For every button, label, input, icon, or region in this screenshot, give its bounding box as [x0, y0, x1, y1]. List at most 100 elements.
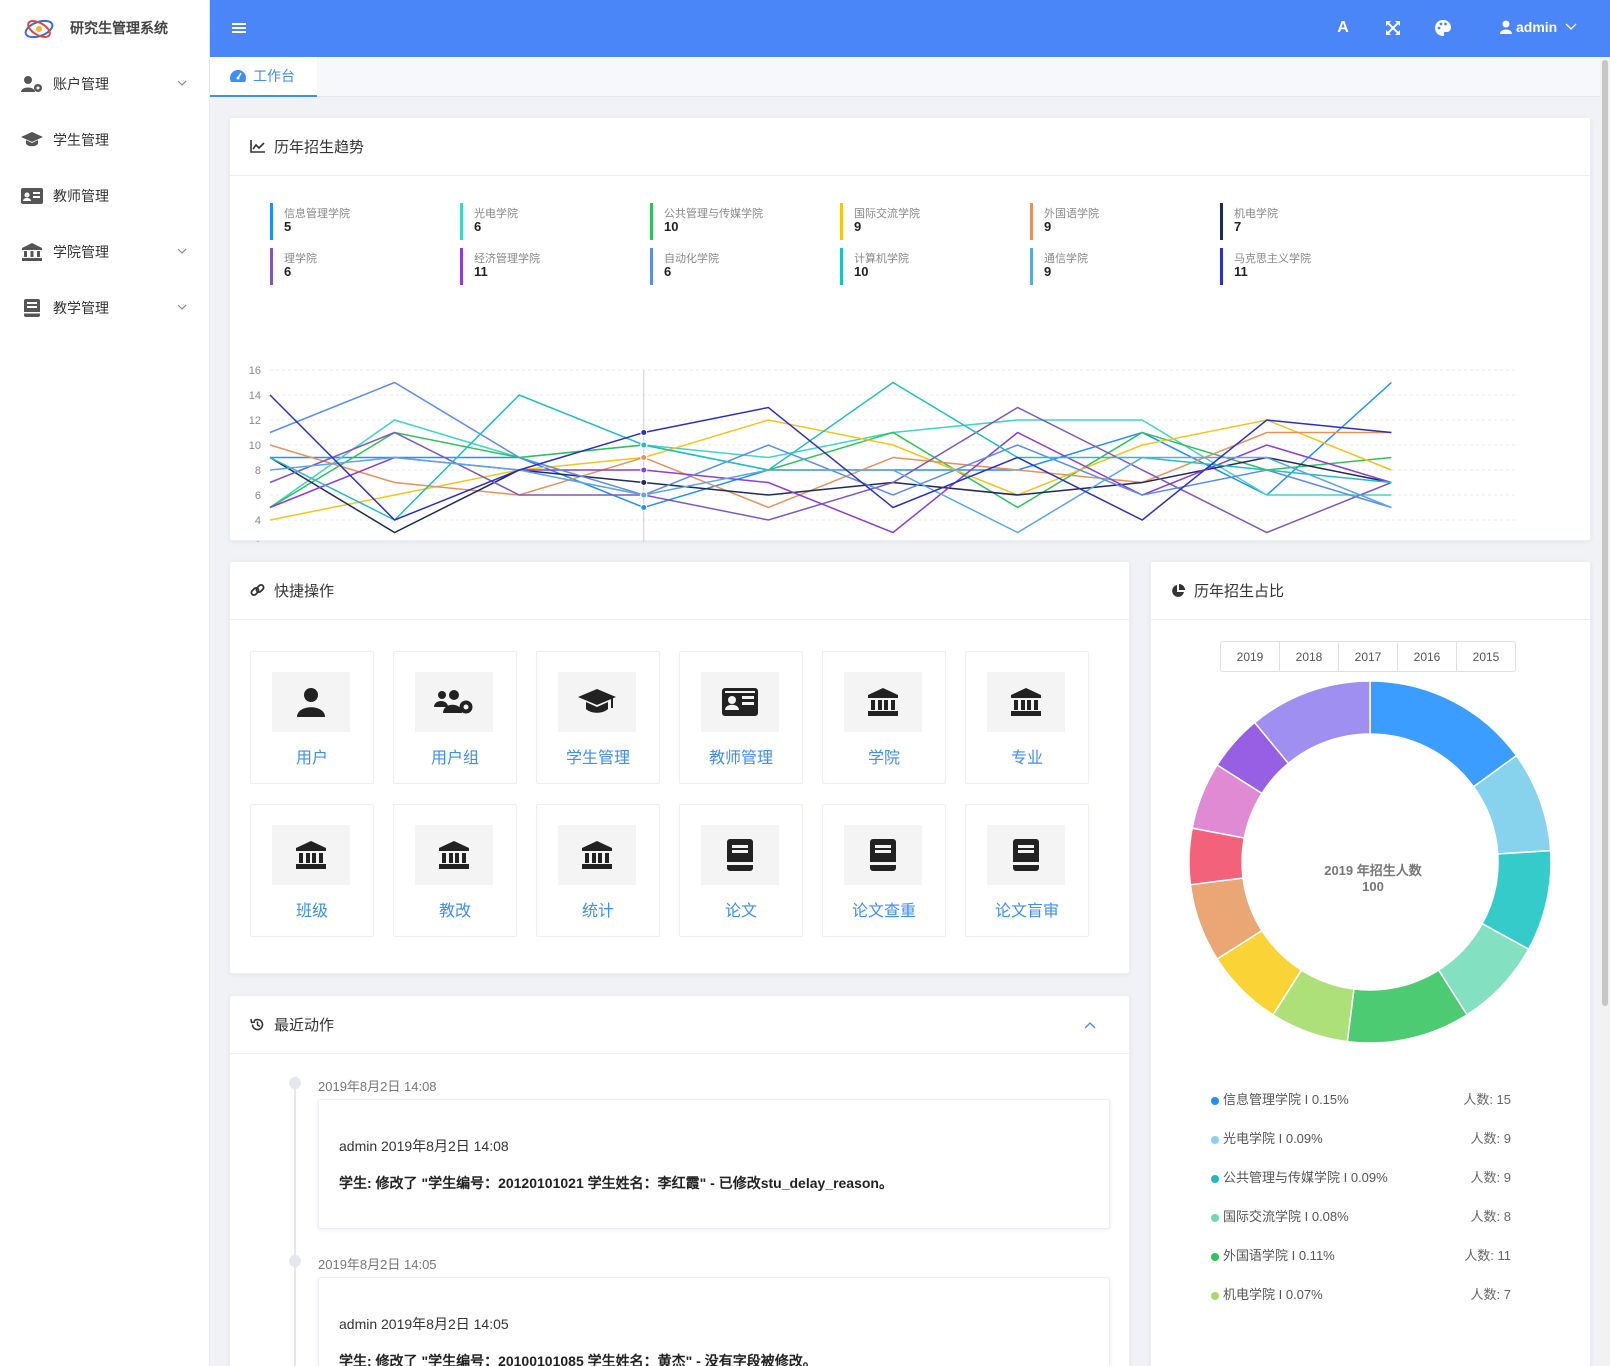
user-icon — [1500, 20, 1512, 34]
id-card-icon — [701, 672, 779, 732]
hover-point — [640, 429, 648, 436]
scrollbar-thumb[interactable] — [1602, 60, 1608, 1006]
sidebar-item-label: 账户管理 — [53, 76, 109, 92]
quick-op-users-cog[interactable]: 用户组 — [393, 651, 517, 784]
quick-op-book[interactable]: 论文盲审 — [965, 804, 1089, 937]
timeline-time: 2019年8月2日 14:08 — [318, 1079, 437, 1094]
entry-description: 学生: 修改了 "学生编号：20100101085 学生姓名：黄杰" - 没有字… — [339, 1353, 817, 1366]
entry-description: 学生: 修改了 "学生编号：20120101021 学生姓名：李红霞" - 已修… — [339, 1175, 893, 1191]
palette-icon[interactable] — [1433, 18, 1453, 38]
quick-op-label: 教改 — [438, 903, 471, 920]
menu-toggle-icon[interactable] — [232, 21, 246, 35]
ratio-legend-count: 人数: 7 — [1470, 1287, 1511, 1302]
chevron-down-icon — [1565, 23, 1577, 30]
quick-op-book[interactable]: 论文 — [679, 804, 803, 937]
quick-op-institution[interactable]: 班级 — [250, 804, 374, 937]
ratio-legend-count: 人数: 8 — [1470, 1209, 1511, 1224]
pie-chart-icon — [1172, 583, 1185, 597]
sidebar-item-label: 教学管理 — [53, 300, 109, 316]
legend-dot — [1211, 1135, 1219, 1144]
year-button-2019[interactable]: 2019 — [1220, 641, 1280, 672]
year-button-2017[interactable]: 2017 — [1338, 641, 1398, 672]
ratio-legend-row[interactable]: 外国语学院 I 0.11% 人数: 11 — [1211, 1245, 1511, 1265]
sidebar-item-teachers[interactable]: 教师管理 — [0, 168, 209, 224]
y-tick-label: 12 — [249, 415, 261, 427]
fullscreen-icon[interactable] — [1383, 18, 1403, 38]
y-tick-label: 14 — [249, 390, 261, 402]
trend-card-header: 历年招生趋势 — [230, 118, 1590, 176]
institution-icon — [987, 672, 1065, 732]
ratio-legend-row[interactable]: 机电学院 I 0.07% 人数: 7 — [1211, 1284, 1511, 1304]
trend-line-chart: 246810121416201020122014201620182020 — [249, 365, 1516, 542]
sidebar-item-label: 学院管理 — [53, 244, 109, 260]
ratio-legend-count: 人数: 15 — [1463, 1092, 1511, 1107]
recent-actions-card: 最近动作 2019年8月2日 14:08 admin 2019年8月2日 14:… — [229, 995, 1130, 1366]
legend-dot — [1211, 1213, 1219, 1222]
logo[interactable]: 研究生管理系统 — [0, 0, 209, 56]
app-title: 研究生管理系统 — [70, 20, 168, 36]
user-menu[interactable]: admin — [1500, 19, 1581, 35]
ratio-legend-count: 人数: 11 — [1464, 1248, 1511, 1263]
chevron-down-icon — [177, 304, 187, 310]
timeline-dot — [289, 1255, 301, 1267]
graduation-cap-icon — [20, 130, 44, 150]
sidebar-item-accounts[interactable]: 账户管理 — [0, 56, 209, 112]
quick-op-label: 学院 — [867, 750, 900, 767]
legend-dot — [1211, 1291, 1219, 1300]
timeline-entry: admin 2019年8月2日 14:08 学生: 修改了 "学生编号：2012… — [318, 1099, 1110, 1229]
top-header: A admin — [210, 0, 1610, 57]
quick-op-label: 用户组 — [430, 750, 479, 767]
y-tick-label: 4 — [255, 515, 261, 527]
quick-op-institution[interactable]: 教改 — [393, 804, 517, 937]
chevron-down-icon — [177, 80, 187, 86]
donut-center-value: 100 — [1362, 879, 1384, 894]
ratio-legend-row[interactable]: 信息管理学院 I 0.15% 人数: 15 — [1211, 1089, 1511, 1109]
users-cog-icon — [415, 672, 493, 732]
ratio-legend-name: 光电学院 I 0.09% — [1223, 1131, 1323, 1146]
quick-op-graduation-cap[interactable]: 学生管理 — [536, 651, 660, 784]
quick-op-user[interactable]: 用户 — [250, 651, 374, 784]
year-button-2015[interactable]: 2015 — [1456, 641, 1516, 672]
trend-title: 历年招生趋势 — [274, 139, 365, 156]
institution-icon — [415, 825, 493, 885]
year-button-2016[interactable]: 2016 — [1397, 641, 1457, 672]
legend-dot — [1211, 1174, 1219, 1183]
sidebar-item-colleges[interactable]: 学院管理 — [0, 224, 209, 280]
dashboard-icon — [230, 70, 246, 82]
tab-bar: 工作台 — [210, 57, 1600, 97]
quick-op-book[interactable]: 论文查重 — [822, 804, 946, 937]
ratio-legend-row[interactable]: 国际交流学院 I 0.08% 人数: 8 — [1211, 1206, 1511, 1226]
sidebar-item-students[interactable]: 学生管理 — [0, 112, 209, 168]
quick-op-id-card[interactable]: 教师管理 — [679, 651, 803, 784]
ratio-legend-row[interactable]: 公共管理与传媒学院 I 0.09% 人数: 9 — [1211, 1167, 1511, 1187]
timeline-entry: admin 2019年8月2日 14:05 学生: 修改了 "学生编号：2010… — [318, 1277, 1110, 1366]
sidebar-item-teaching[interactable]: 教学管理 — [0, 280, 209, 336]
hover-point — [640, 504, 648, 511]
quick-op-label: 统计 — [581, 903, 614, 920]
tab-dashboard[interactable]: 工作台 — [210, 57, 317, 97]
ratio-legend-row[interactable]: 光电学院 I 0.09% 人数: 9 — [1211, 1128, 1511, 1148]
year-button-2018[interactable]: 2018 — [1279, 641, 1339, 672]
quick-op-institution[interactable]: 专业 — [965, 651, 1089, 784]
quick-op-institution[interactable]: 学院 — [822, 651, 946, 784]
book-icon — [844, 825, 922, 885]
legend-dot — [1211, 1252, 1219, 1261]
chevron-up-icon[interactable] — [1084, 1021, 1096, 1029]
institution-icon — [558, 825, 636, 885]
ratio-legend-name: 机电学院 I 0.07% — [1223, 1287, 1323, 1302]
quick-op-institution[interactable]: 统计 — [536, 804, 660, 937]
username: admin — [1516, 19, 1558, 35]
chevron-down-icon — [177, 248, 187, 254]
ratio-legend-name: 信息管理学院 I 0.15% — [1223, 1092, 1349, 1107]
id-card-icon — [20, 186, 44, 206]
ratio-legend-count: 人数: 9 — [1470, 1131, 1511, 1146]
quick-op-label: 班级 — [295, 903, 328, 920]
recent-actions-header: 最近动作 — [230, 996, 1129, 1054]
ratio-legend-count: 人数: 9 — [1470, 1170, 1511, 1185]
entry-author-line: admin 2019年8月2日 14:08 — [339, 1138, 509, 1154]
quick-op-label: 论文 — [724, 903, 757, 920]
ratio-legend-name: 外国语学院 I 0.11% — [1223, 1248, 1335, 1263]
font-size-icon[interactable]: A — [1333, 18, 1353, 38]
quick-op-label: 教师管理 — [708, 750, 773, 767]
trend-card: 历年招生趋势 信息管理学院 5 光电学院 6 公共管理与传媒学院 10 国际交流学院 9 外国语… — [229, 117, 1591, 542]
